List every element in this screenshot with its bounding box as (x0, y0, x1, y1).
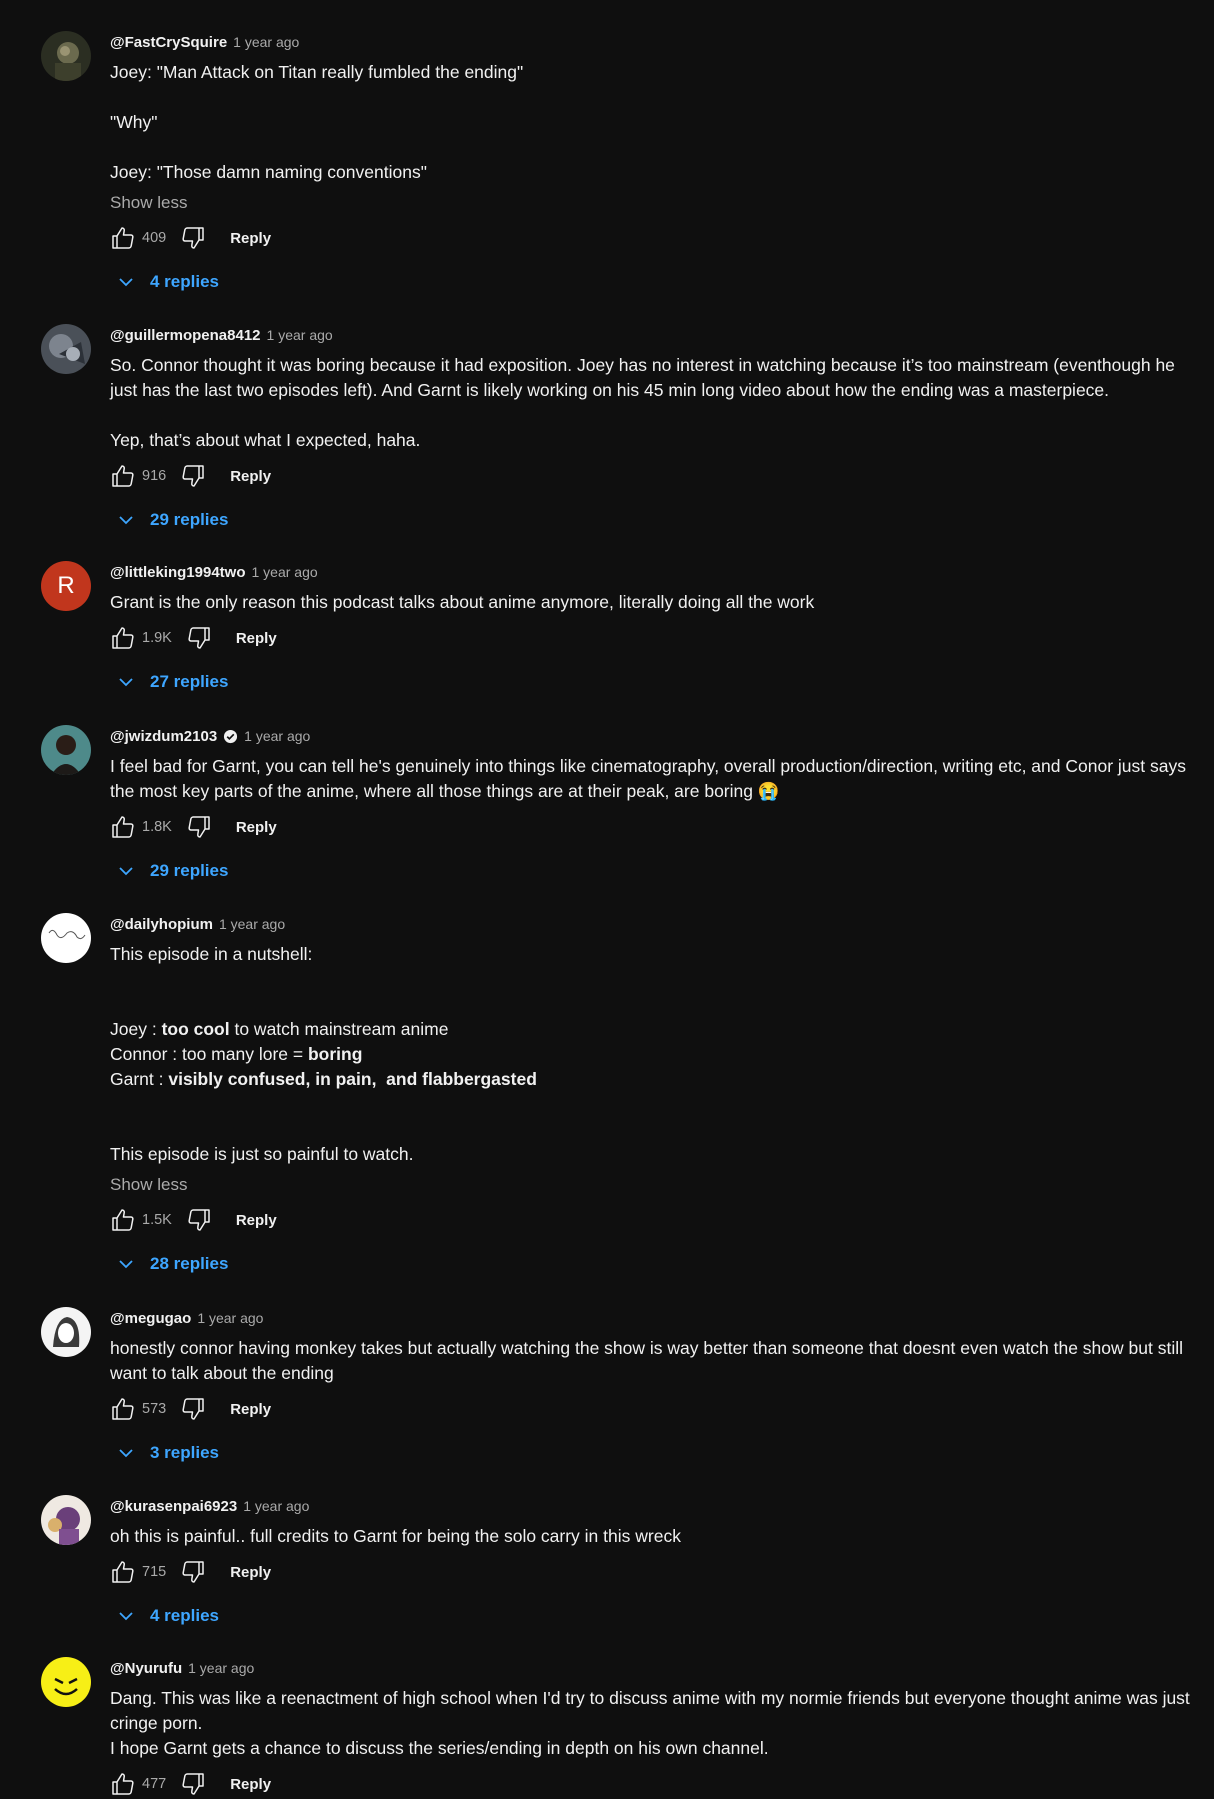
replies-label: 3 replies (150, 1443, 219, 1462)
comment-text: This episode in a nutshell: Joey : too c… (110, 944, 537, 1164)
show-less-button[interactable]: Show less (110, 1172, 1194, 1197)
comment-author[interactable]: @jwizdum2103 (110, 728, 217, 745)
avatar[interactable] (41, 1495, 91, 1545)
view-replies-button[interactable]: 28 replies (118, 1251, 1194, 1277)
replies-label: 29 replies (150, 861, 229, 880)
like-icon[interactable] (110, 1207, 136, 1233)
comment-time[interactable]: 1 year ago (252, 564, 318, 580)
view-replies-button[interactable]: 29 replies (118, 858, 1194, 884)
chevron-down-icon (119, 278, 133, 287)
reply-button[interactable]: Reply (230, 468, 271, 485)
chevron-down-icon (119, 678, 133, 687)
avatar[interactable] (41, 324, 91, 374)
chevron-down-icon (119, 1449, 133, 1458)
avatar[interactable] (41, 725, 91, 775)
verified-icon (224, 729, 238, 743)
comment-text: Dang. This was like a reenactment of hig… (110, 1688, 1195, 1758)
comment-text: honestly connor having monkey takes but … (110, 1338, 1188, 1383)
dislike-icon[interactable] (180, 463, 206, 489)
comment-author[interactable]: @dailyhopium (110, 916, 213, 933)
dislike-icon[interactable] (186, 814, 212, 840)
replies-label: 27 replies (150, 672, 229, 691)
avatar-letter: R (57, 572, 75, 599)
comment-text: Joey: "Man Attack on Titan really fumble… (110, 62, 524, 182)
like-icon[interactable] (110, 1559, 136, 1585)
replies-label: 29 replies (150, 510, 229, 529)
replies-label: 4 replies (150, 1606, 219, 1625)
like-count: 1.9K (142, 630, 172, 646)
chevron-down-icon (119, 1612, 133, 1621)
comment-author[interactable]: @guillermopena8412 (110, 327, 261, 344)
like-icon[interactable] (110, 814, 136, 840)
like-count: 477 (142, 1776, 167, 1792)
dislike-icon[interactable] (186, 1207, 212, 1233)
like-icon[interactable] (110, 625, 136, 651)
reply-button[interactable]: Reply (230, 1564, 271, 1581)
comment-author[interactable]: @littleking1994two (110, 564, 246, 581)
avatar[interactable]: R (41, 561, 91, 611)
like-icon[interactable] (110, 1396, 136, 1422)
comment-text: I feel bad for Garnt, you can tell he's … (110, 756, 1191, 801)
comment-author[interactable]: @kurasenpai6923 (110, 1498, 237, 1515)
comment-text: So. Connor thought it was boring because… (110, 355, 1180, 450)
show-less-button[interactable]: Show less (110, 190, 1194, 215)
view-replies-button[interactable]: 4 replies (118, 1603, 1194, 1629)
chevron-down-icon (119, 516, 133, 525)
like-count: 1.5K (142, 1212, 172, 1228)
avatar[interactable] (41, 31, 91, 81)
view-replies-button[interactable]: 4 replies (118, 269, 1194, 295)
reply-button[interactable]: Reply (230, 1401, 271, 1418)
dislike-icon[interactable] (186, 625, 212, 651)
like-count: 573 (142, 1401, 167, 1417)
chevron-down-icon (119, 867, 133, 876)
avatar[interactable] (41, 913, 91, 963)
avatar[interactable] (41, 1307, 91, 1357)
comment-author[interactable]: @FastCrySquire (110, 34, 227, 51)
dislike-icon[interactable] (180, 1559, 206, 1585)
comment-time[interactable]: 1 year ago (267, 327, 333, 343)
comment-time[interactable]: 1 year ago (233, 34, 299, 50)
comment-text: Grant is the only reason this podcast ta… (110, 592, 815, 612)
dislike-icon[interactable] (180, 225, 206, 251)
like-icon[interactable] (110, 225, 136, 251)
reply-button[interactable]: Reply (230, 230, 271, 247)
like-count: 715 (142, 1564, 167, 1580)
view-replies-button[interactable]: 3 replies (118, 1440, 1194, 1466)
reply-button[interactable]: Reply (236, 819, 277, 836)
replies-label: 4 replies (150, 272, 219, 291)
reply-button[interactable]: Reply (236, 1212, 277, 1229)
comment-author[interactable]: @megugao (110, 1310, 191, 1327)
like-count: 916 (142, 468, 167, 484)
view-replies-button[interactable]: 29 replies (118, 507, 1194, 533)
comment-author[interactable]: @Nyurufu (110, 1660, 182, 1677)
comment-time[interactable]: 1 year ago (244, 728, 310, 744)
chevron-down-icon (119, 1260, 133, 1269)
replies-label: 28 replies (150, 1254, 229, 1273)
comment-time[interactable]: 1 year ago (188, 1660, 254, 1676)
like-count: 409 (142, 230, 167, 246)
avatar[interactable] (41, 1657, 91, 1707)
comment-time[interactable]: 1 year ago (197, 1310, 263, 1326)
view-replies-button[interactable]: 27 replies (118, 669, 1194, 695)
comment-time[interactable]: 1 year ago (243, 1498, 309, 1514)
reply-button[interactable]: Reply (236, 630, 277, 647)
like-icon[interactable] (110, 1771, 136, 1797)
like-count: 1.8K (142, 819, 172, 835)
dislike-icon[interactable] (180, 1396, 206, 1422)
comment-time[interactable]: 1 year ago (219, 916, 285, 932)
reply-button[interactable]: Reply (230, 1776, 271, 1793)
like-icon[interactable] (110, 463, 136, 489)
dislike-icon[interactable] (180, 1771, 206, 1797)
comment-text: oh this is painful.. full credits to Gar… (110, 1526, 681, 1546)
